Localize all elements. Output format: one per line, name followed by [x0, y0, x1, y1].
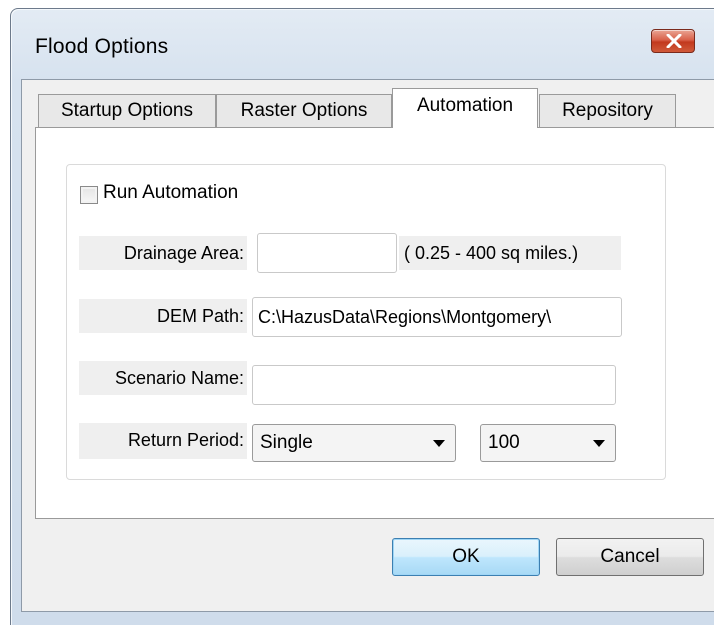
return-period-type-value: Single: [260, 432, 313, 453]
run-automation-label: Run Automation: [103, 182, 239, 203]
window-title: Flood Options: [35, 35, 169, 58]
chevron-down-icon: [593, 440, 605, 447]
close-icon: [666, 34, 682, 48]
title-bar[interactable]: Flood Options: [11, 9, 714, 75]
chevron-down-icon: [433, 440, 445, 447]
close-button[interactable]: [651, 29, 695, 53]
cancel-button[interactable]: Cancel: [556, 538, 704, 576]
flood-options-dialog: Flood Options Startup Options Raster Opt…: [10, 8, 714, 625]
dem-path-input[interactable]: C:\HazusData\Regions\Montgomery\: [252, 297, 622, 337]
drainage-area-label: Drainage Area:: [79, 236, 247, 270]
tab-automation[interactable]: Automation: [392, 88, 538, 128]
scenario-name-input[interactable]: [252, 365, 616, 405]
tab-repository[interactable]: Repository: [539, 94, 676, 128]
run-automation-checkbox[interactable]: [80, 186, 98, 204]
return-period-type-select[interactable]: Single: [252, 424, 456, 462]
ok-button[interactable]: OK: [392, 538, 540, 576]
dem-path-label: DEM Path:: [79, 299, 247, 333]
automation-tab-panel: Run Automation Drainage Area: ( 0.25 - 4…: [35, 127, 714, 519]
return-period-value-select[interactable]: 100: [480, 424, 616, 462]
scenario-name-label: Scenario Name:: [79, 361, 247, 395]
dialog-client-area: Startup Options Raster Options Automatio…: [21, 79, 714, 612]
return-period-value: 100: [488, 432, 520, 453]
drainage-area-hint: ( 0.25 - 400 sq miles.): [399, 236, 621, 270]
drainage-area-input[interactable]: [257, 233, 397, 273]
automation-group: Run Automation Drainage Area: ( 0.25 - 4…: [66, 164, 666, 480]
tab-startup-options[interactable]: Startup Options: [38, 94, 216, 128]
tab-raster-options[interactable]: Raster Options: [216, 94, 392, 128]
return-period-label: Return Period:: [79, 423, 247, 459]
